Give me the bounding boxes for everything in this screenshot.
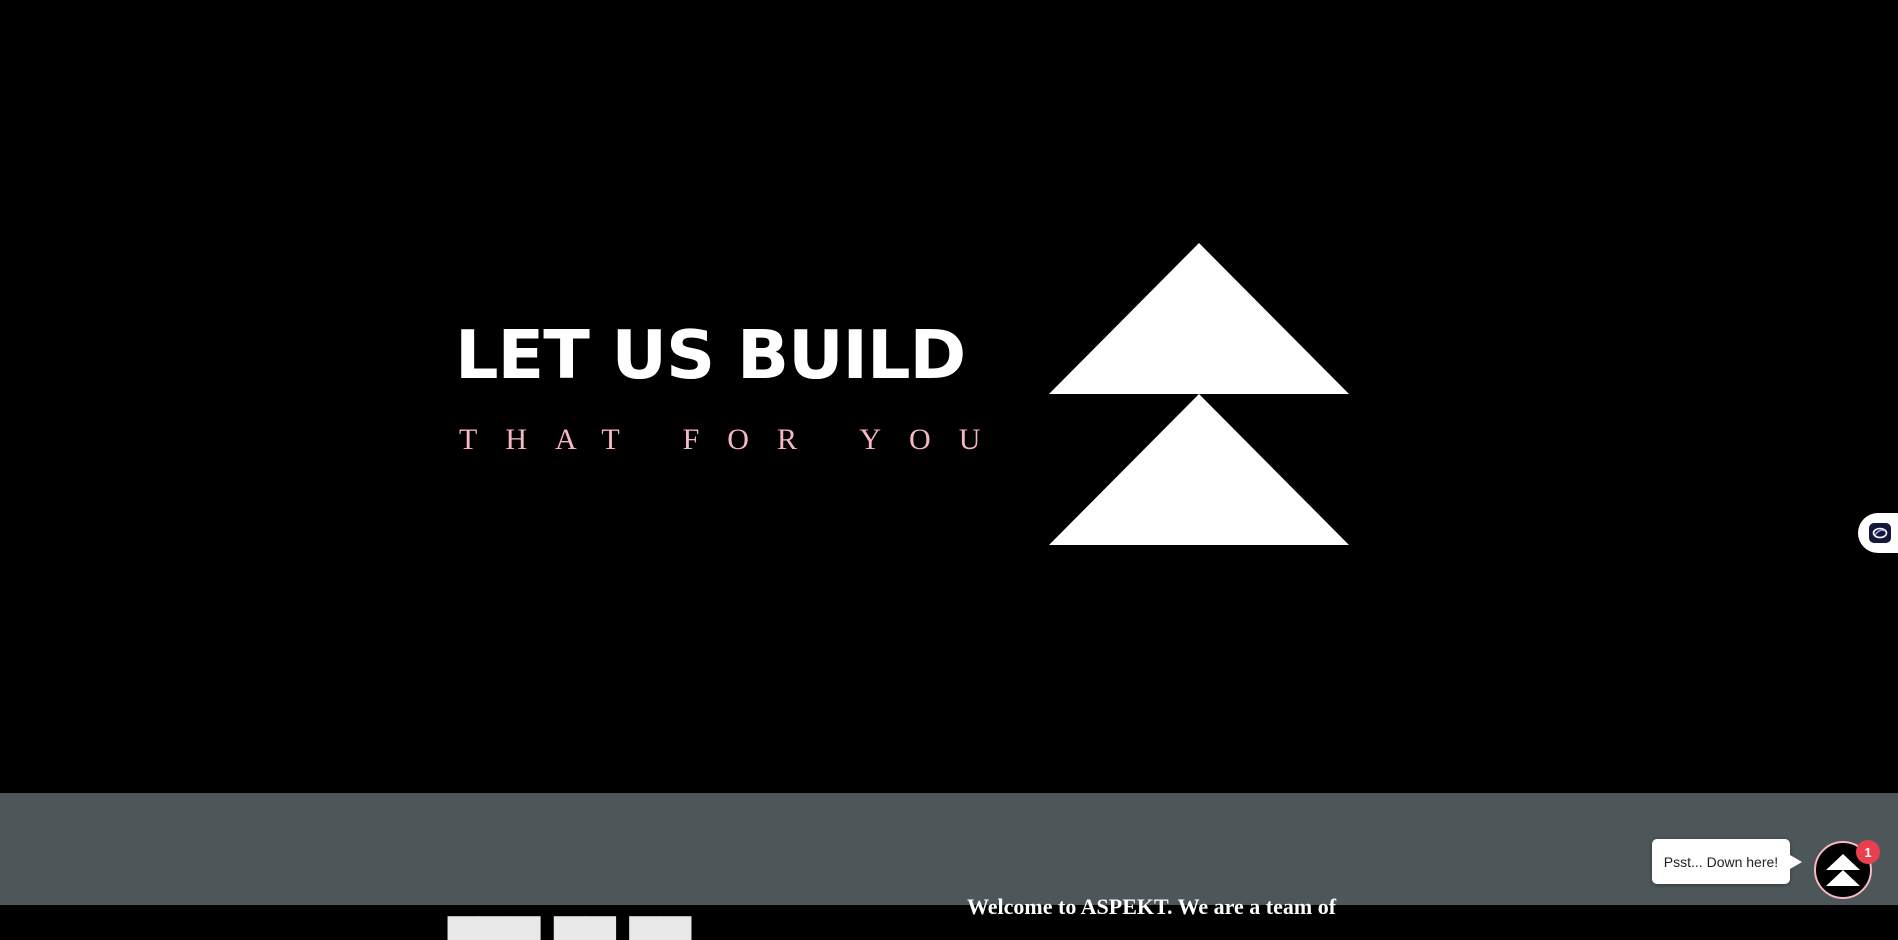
about-intro-partial: Welcome to ASPEKT. We are a team of [967, 894, 1337, 919]
hero-subline: THAT FOR YOU [459, 423, 1009, 456]
about-section [0, 793, 1898, 905]
notification-badge: 1 [1856, 840, 1880, 864]
logo-lower-triangle [1049, 394, 1349, 545]
about-heading-partial: ▄▄▄ ▄▄ ▄▄ [448, 893, 692, 940]
hero-section: LET US BUILD THAT FOR YOU [0, 0, 1898, 793]
hero-headline: LET US BUILD [455, 316, 966, 394]
double-triangle-logo-icon [1826, 854, 1860, 886]
chat-tooltip: Psst... Down here! [1652, 839, 1802, 884]
double-triangle-logo-icon [1049, 243, 1349, 545]
accessibility-side-widget[interactable] [1858, 513, 1898, 553]
logo-upper-triangle [1049, 243, 1349, 394]
accessibility-toggle-icon [1869, 523, 1891, 543]
